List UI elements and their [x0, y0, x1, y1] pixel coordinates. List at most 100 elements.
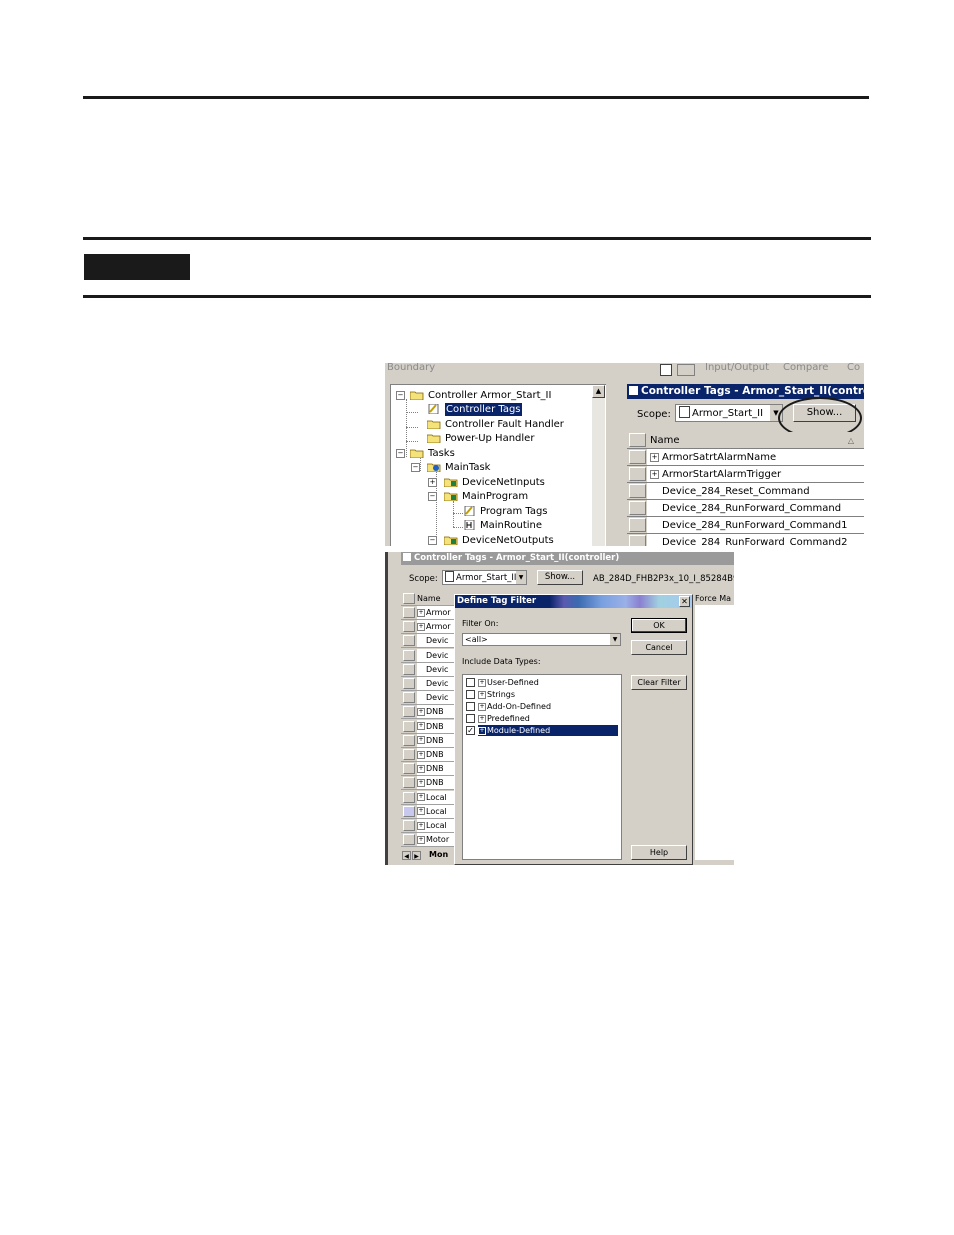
ok-button[interactable]: OK	[631, 618, 687, 633]
table-row[interactable]: + Armor	[401, 606, 457, 620]
tree-item-program-tags[interactable]: Program Tags	[480, 505, 548, 518]
checkbox-checked[interactable]: ✓	[466, 726, 475, 735]
collapse-toggle[interactable]: −	[411, 463, 420, 472]
close-icon[interactable]: ✕	[679, 596, 690, 607]
expand-toggle[interactable]: +	[650, 470, 659, 479]
table-row[interactable]: Devic	[401, 691, 457, 706]
row-header	[403, 663, 415, 675]
table-row[interactable]: + Motor	[401, 833, 457, 848]
tree-item-powerup-handler[interactable]: Power-Up Handler	[445, 432, 534, 445]
tag-name: DNB	[426, 764, 444, 774]
tree-scrollbar[interactable]: ▲	[592, 385, 605, 546]
expand-toggle[interactable]: +	[417, 778, 425, 787]
list-item[interactable]: + User-Defined	[466, 677, 618, 688]
table-row[interactable]: + Local	[401, 790, 457, 805]
table-row[interactable]: + ArmorSatrtAlarmName	[627, 449, 864, 466]
table-row[interactable]: + DNB	[401, 719, 457, 734]
tag-name: DNB	[426, 778, 444, 788]
table-row[interactable]: Devic	[401, 634, 457, 649]
table-row[interactable]: Devic	[401, 677, 457, 691]
collapse-toggle[interactable]: −	[428, 492, 437, 501]
expand-toggle[interactable]: +	[417, 793, 425, 802]
tab-scroll-right-icon[interactable]: ▶	[412, 851, 421, 860]
toolbar-nav-arrows[interactable]	[677, 364, 695, 376]
table-row[interactable]: + Armor	[401, 620, 457, 635]
tree-item-tasks[interactable]: Tasks	[428, 447, 455, 460]
force-mask-header[interactable]: Force Ma	[695, 592, 734, 605]
expand-toggle[interactable]: +	[417, 608, 425, 617]
expand-toggle[interactable]: +	[428, 478, 437, 487]
scope-dropdown[interactable]: Armor_Start_II ▼	[442, 570, 527, 585]
expand-toggle[interactable]: +	[417, 622, 425, 631]
tree-item-controller[interactable]: Controller Armor_Start_II	[428, 389, 551, 402]
tree-item-controller-tags[interactable]: Controller Tags	[445, 403, 522, 416]
expand-toggle[interactable]: +	[478, 702, 486, 711]
checkbox[interactable]	[466, 678, 475, 687]
table-row[interactable]: + DNB	[401, 705, 457, 720]
expand-toggle[interactable]: +	[478, 714, 486, 723]
table-row[interactable]: Device_284_Reset_Command	[627, 483, 864, 500]
collapse-toggle[interactable]: −	[396, 449, 405, 458]
table-row[interactable]: + ArmorStartAlarmTrigger	[627, 466, 864, 483]
faded-tab-input-output[interactable]: Input/Output	[705, 363, 769, 373]
scope-dropdown[interactable]: Armor_Start_II ▼	[675, 404, 783, 422]
collapse-toggle[interactable]: −	[396, 391, 405, 400]
help-button[interactable]: Help	[631, 845, 687, 860]
table-row[interactable]: Device_284_RunForward_Command1	[627, 517, 864, 534]
tags-window-icon	[403, 553, 411, 561]
expand-toggle[interactable]: +	[478, 690, 486, 699]
checkbox[interactable]	[466, 690, 475, 699]
table-row[interactable]: + Local	[401, 819, 457, 833]
list-item[interactable]: + Add-On-Defined	[466, 701, 618, 712]
table-row[interactable]: + DNB	[401, 748, 457, 762]
table-row[interactable]: Devic	[401, 648, 457, 663]
expand-toggle[interactable]: +	[417, 764, 425, 773]
clear-filter-button[interactable]: Clear Filter	[631, 675, 687, 690]
expand-toggle[interactable]: +	[417, 750, 425, 759]
faded-tab-co[interactable]: Co	[847, 363, 860, 373]
expand-toggle[interactable]: +	[478, 678, 486, 687]
toolbar-button[interactable]	[660, 364, 672, 376]
tree-item-mainprogram[interactable]: MainProgram	[462, 490, 528, 503]
table-row[interactable]: + Local	[401, 804, 457, 819]
table-row[interactable]: + DNB	[401, 776, 457, 791]
expand-toggle[interactable]: +	[417, 707, 425, 716]
chevron-down-icon[interactable]: ▼	[516, 571, 526, 584]
expand-toggle[interactable]: +	[417, 821, 425, 830]
chevron-down-icon[interactable]: ▼	[610, 634, 620, 645]
tab-scroll-left-icon[interactable]: ◀	[402, 851, 411, 860]
checkbox[interactable]	[466, 702, 475, 711]
faded-tab-boundary[interactable]: Boundary	[387, 363, 435, 373]
checkbox[interactable]	[466, 714, 475, 723]
tree-guide	[406, 399, 407, 457]
tree-item-maintask[interactable]: MainTask	[445, 461, 490, 474]
expand-toggle[interactable]: +	[417, 807, 425, 816]
expand-toggle[interactable]: +	[478, 726, 486, 735]
table-row[interactable]: + DNB	[401, 733, 457, 748]
name-column-header[interactable]: Name	[417, 592, 457, 605]
table-row[interactable]: Devic	[401, 662, 457, 677]
table-row[interactable]: Device_284_RunForward_Command	[627, 500, 864, 517]
expand-toggle[interactable]: +	[417, 736, 425, 745]
table-row[interactable]: + DNB	[401, 762, 457, 777]
tab-monitor-tags[interactable]: Mon	[429, 850, 448, 859]
tag-name: Device_284_RunForward_Command	[662, 503, 842, 514]
expand-toggle[interactable]: +	[417, 835, 425, 844]
table-row[interactable]: Device_284_RunForward_Command2	[627, 534, 864, 546]
list-item[interactable]: + Strings	[466, 689, 618, 700]
list-item-selected[interactable]: ✓ + Module-Defined	[466, 725, 618, 736]
filter-on-dropdown[interactable]: <all> ▼	[462, 633, 621, 646]
name-column-header[interactable]: Name △	[647, 432, 864, 448]
show-button[interactable]: Show...	[537, 570, 583, 585]
list-item[interactable]: + Predefined	[466, 713, 618, 724]
scroll-up-arrow-icon[interactable]: ▲	[592, 385, 605, 398]
tree-item-mainroutine[interactable]: MainRoutine	[480, 519, 542, 532]
faded-tab-compare[interactable]: Compare	[783, 363, 828, 373]
tree-item-fault-handler[interactable]: Controller Fault Handler	[445, 418, 564, 431]
tree-item-devicenet-outputs[interactable]: DeviceNetOutputs	[462, 534, 554, 546]
expand-toggle[interactable]: +	[650, 453, 659, 462]
expand-toggle[interactable]: −	[428, 536, 437, 545]
cancel-button[interactable]: Cancel	[631, 640, 687, 655]
expand-toggle[interactable]: +	[417, 722, 425, 731]
tree-item-devicenet-inputs[interactable]: DeviceNetInputs	[462, 476, 545, 489]
